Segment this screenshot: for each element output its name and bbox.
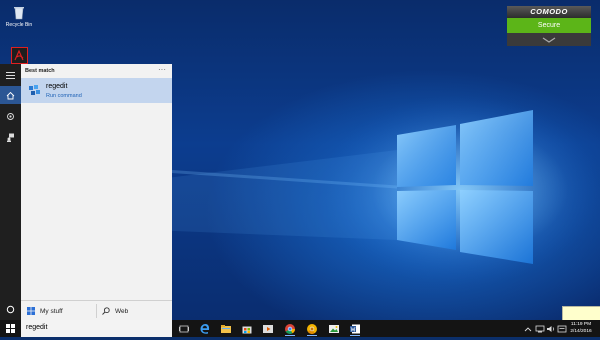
store-icon[interactable] — [241, 322, 253, 334]
search-input-value: regedit — [26, 324, 48, 331]
scope-web-button[interactable]: Web — [102, 301, 128, 321]
desktop-icon-label: Recycle Bin — [5, 22, 33, 28]
taskbar-clock[interactable]: 11:19 PM 2/14/2016 — [568, 321, 594, 335]
result-title: regedit — [46, 83, 68, 90]
scope-my-stuff-button[interactable]: My stuff — [27, 301, 63, 321]
comodo-expand-button[interactable] — [507, 33, 591, 46]
best-match-header: Best match — [25, 68, 55, 74]
regedit-icon — [28, 84, 42, 98]
task-view-icon[interactable] — [178, 322, 190, 334]
result-subtitle: Run command — [46, 93, 82, 99]
chrome-canary-icon[interactable] — [306, 322, 318, 336]
photos-icon[interactable] — [328, 322, 340, 334]
comodo-widget: COMODO Secure — [507, 6, 591, 46]
search-icon — [102, 307, 110, 315]
feedback-icon — [7, 133, 14, 142]
clock-date: 2/14/2016 — [570, 329, 592, 334]
cortana-icon — [6, 305, 15, 313]
home-icon — [6, 91, 15, 99]
acrobat-reader-icon — [11, 47, 28, 64]
windows-logo-icon — [6, 324, 15, 333]
home-button[interactable] — [0, 86, 21, 104]
taskbar: regedit 11:19 PM 2/14/2016 — [0, 320, 600, 337]
chrome-icon[interactable] — [284, 322, 296, 336]
more-options-button[interactable]: ··· — [158, 65, 166, 74]
scope-web-label: Web — [115, 307, 129, 315]
scope-my-stuff-label: My stuff — [40, 307, 63, 315]
media-player-icon[interactable] — [262, 322, 274, 334]
windows-logo-icon — [27, 307, 35, 315]
hamburger-menu-icon — [6, 71, 15, 79]
comodo-status[interactable]: Secure — [507, 18, 591, 33]
file-explorer-icon[interactable] — [220, 322, 232, 334]
scope-divider — [96, 304, 97, 318]
taskbar-search-input[interactable]: regedit — [21, 320, 172, 337]
best-match-result[interactable]: regedit Run command — [21, 78, 172, 103]
settings-button[interactable] — [0, 107, 21, 125]
recycle-bin-icon — [11, 4, 27, 20]
chevron-down-icon — [542, 37, 556, 43]
desktop-icon-recycle-bin[interactable]: Recycle Bin — [2, 4, 36, 28]
hamburger-menu-button[interactable] — [0, 66, 21, 84]
desktop-icon-acrobat-reader[interactable] — [2, 47, 36, 65]
start-menu-rail — [0, 64, 21, 320]
volume-icon[interactable] — [546, 322, 556, 334]
network-icon[interactable] — [535, 322, 545, 334]
chevron-up-icon[interactable] — [524, 322, 532, 334]
start-button[interactable] — [0, 320, 21, 337]
settings-icon — [7, 112, 14, 120]
clock-time: 11:19 PM — [570, 322, 592, 327]
action-center-icon[interactable] — [557, 322, 567, 334]
comodo-title: COMODO — [507, 6, 591, 18]
search-results-panel: Best match ··· regedit Run command My st… — [21, 64, 172, 321]
search-scope-bar: My stuff Web — [21, 300, 172, 321]
edge-icon[interactable] — [199, 322, 211, 334]
cortana-button[interactable] — [0, 300, 21, 318]
feedback-button[interactable] — [0, 128, 21, 146]
word-icon[interactable] — [349, 322, 361, 336]
